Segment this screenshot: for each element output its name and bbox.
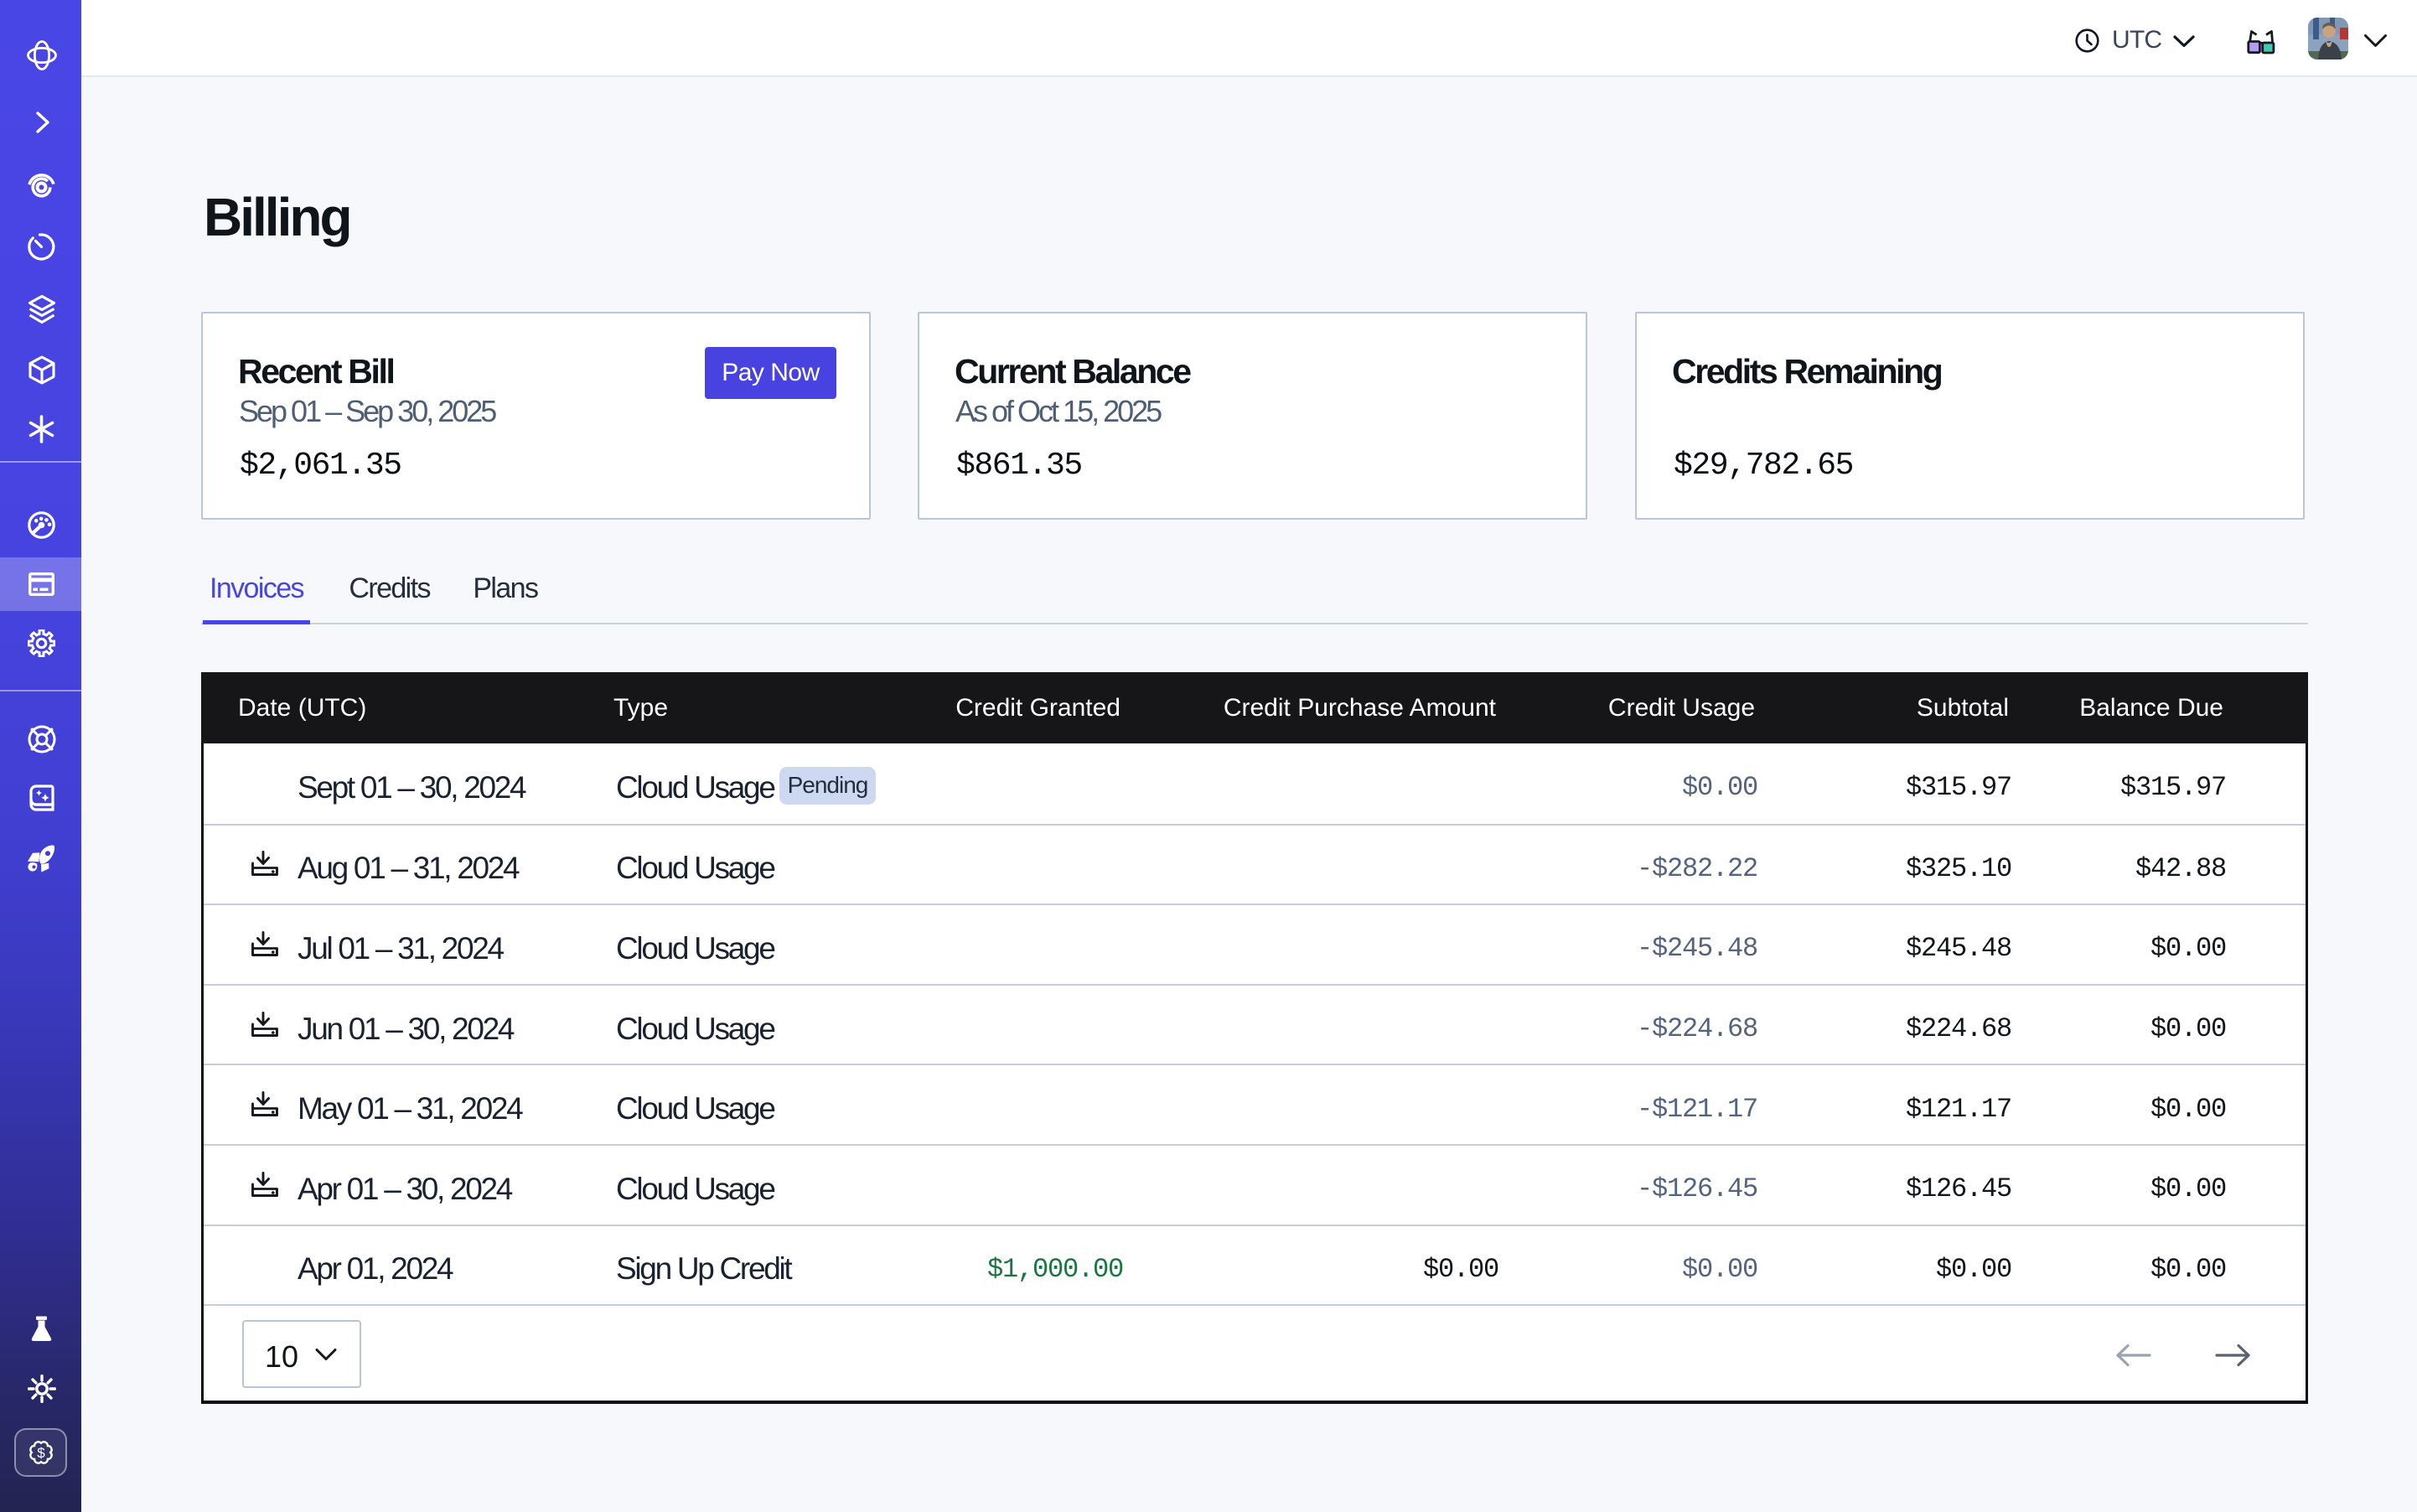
svg-text:$: $ [37,1445,45,1461]
